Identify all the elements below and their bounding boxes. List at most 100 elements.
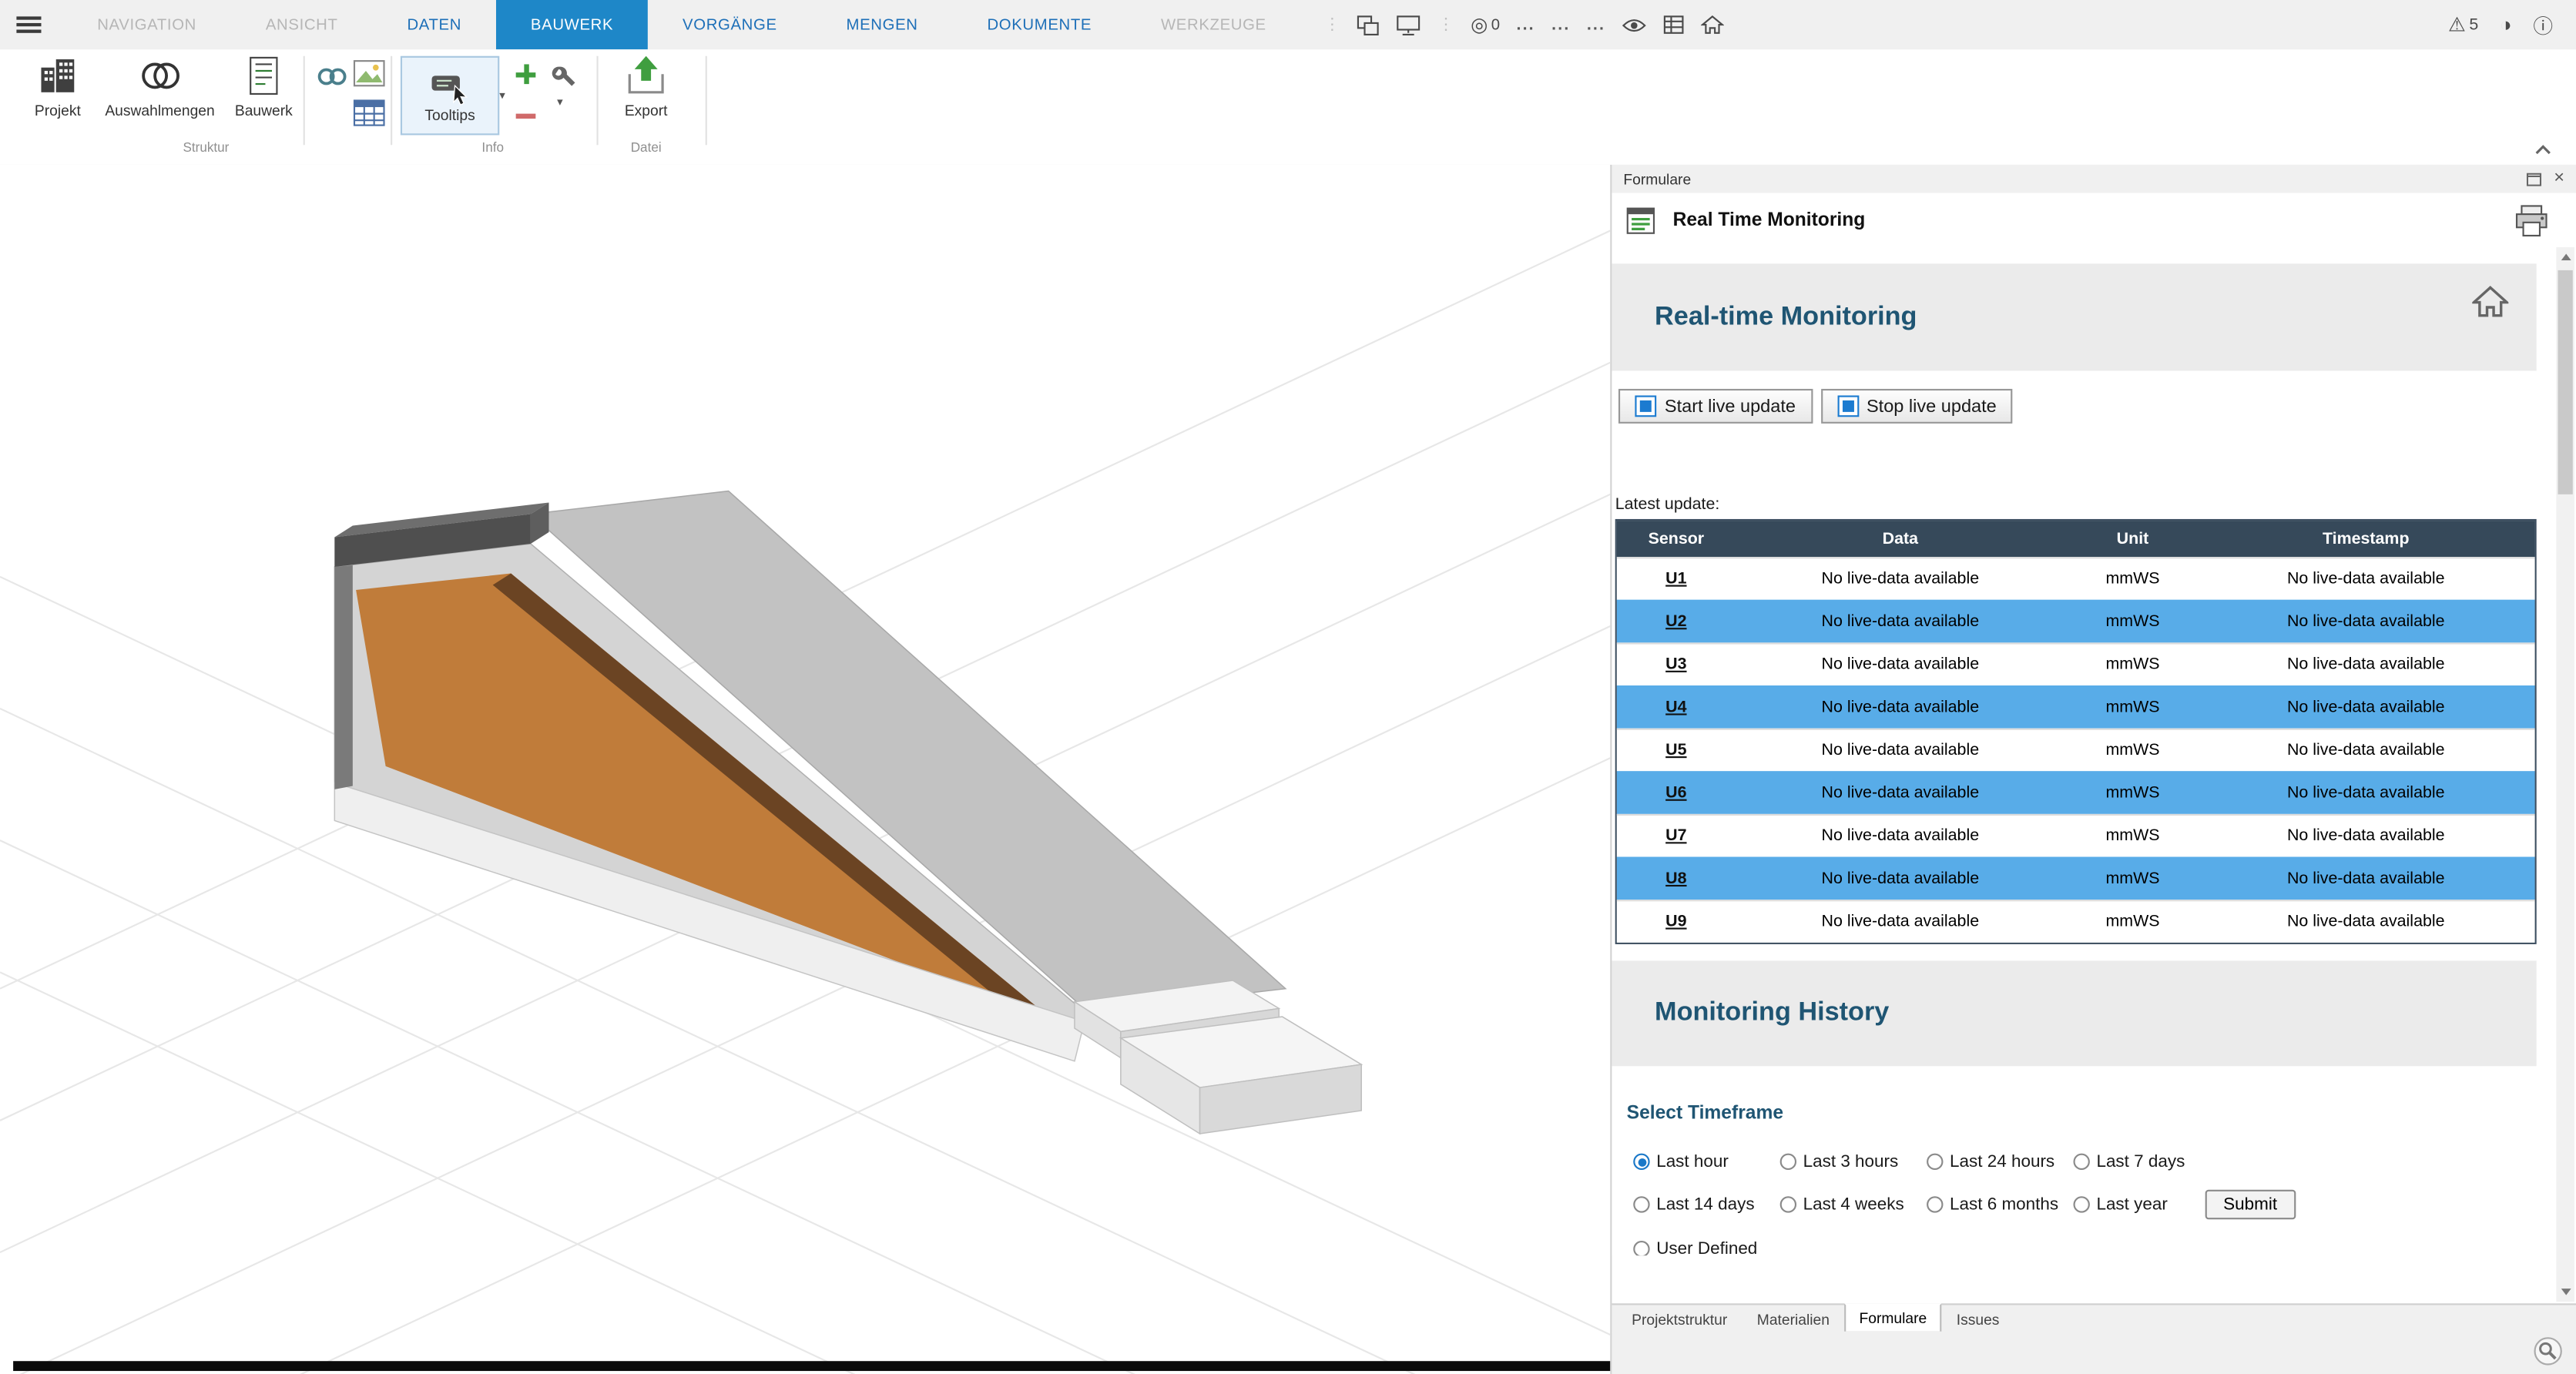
close-panel-icon[interactable]: × xyxy=(2554,169,2564,188)
sensor-link[interactable]: U3 xyxy=(1617,656,1736,675)
add-button[interactable] xyxy=(515,62,538,94)
radio-icon xyxy=(2073,1196,2089,1212)
panel-tab-materialien[interactable]: Materialien xyxy=(1742,1305,1845,1332)
export-button[interactable]: Export xyxy=(606,55,686,119)
menu-tab-vorgänge[interactable]: VORGÄNGE xyxy=(648,0,811,49)
radio-last-7-days[interactable]: Last 7 days xyxy=(2073,1152,2219,1172)
radio-last-4-weeks[interactable]: Last 4 weeks xyxy=(1780,1195,1927,1215)
info-button[interactable]: ⓘ xyxy=(2533,11,2553,39)
radio-user-defined[interactable]: User Defined xyxy=(1633,1239,1779,1255)
latest-update-label: Latest update: xyxy=(1615,496,1720,514)
sensor-timestamp: No live-data available xyxy=(2200,870,2531,889)
bauwerk-button[interactable]: Bauwerk xyxy=(226,55,301,119)
hamburger-menu-icon[interactable] xyxy=(16,13,42,36)
radio-icon xyxy=(1633,1241,1649,1255)
sensor-link[interactable]: U2 xyxy=(1617,613,1736,632)
table-row[interactable]: U2No live-data availablemmWSNo live-data… xyxy=(1617,600,2535,643)
stop-live-update-button[interactable]: Stop live update xyxy=(1820,389,2013,424)
tooltips-dropdown-icon[interactable]: ▾ xyxy=(499,89,505,102)
sensor-link[interactable]: U9 xyxy=(1617,913,1736,931)
3d-viewport[interactable] xyxy=(0,165,1610,1374)
radio-icon xyxy=(1633,1154,1649,1170)
menu-tab-mengen[interactable]: MENGEN xyxy=(812,0,953,49)
start-live-label: Start live update xyxy=(1665,397,1796,417)
table-icon xyxy=(1663,15,1685,35)
menu-tab-daten[interactable]: DATEN xyxy=(373,0,496,49)
visibility-button[interactable] xyxy=(1622,15,1647,34)
chevron-up-icon xyxy=(2533,143,2553,156)
settings-tools-button[interactable] xyxy=(551,64,577,99)
overflow-button-3[interactable]: ... xyxy=(1587,15,1605,34)
projekt-button[interactable]: Projekt xyxy=(20,55,96,119)
overflow-button-1[interactable]: ... xyxy=(1517,15,1535,34)
table-row[interactable]: U4No live-data availablemmWSNo live-data… xyxy=(1617,685,2535,729)
form-home-icon[interactable] xyxy=(2472,285,2508,318)
sensor-link[interactable]: U5 xyxy=(1617,742,1736,760)
windows-layout-button[interactable] xyxy=(1357,14,1380,35)
radio-last-year[interactable]: Last year xyxy=(2073,1195,2219,1215)
wrench-icon xyxy=(551,64,577,90)
link-icon xyxy=(317,64,348,89)
scroll-down-icon[interactable] xyxy=(2556,1282,2574,1302)
sensor-unit: mmWS xyxy=(2065,913,2200,931)
sensor-link[interactable]: U1 xyxy=(1617,570,1736,588)
overflow-button-2[interactable]: ... xyxy=(1551,15,1570,34)
table-row[interactable]: U8No live-data availablemmWSNo live-data… xyxy=(1617,857,2535,900)
remove-button[interactable] xyxy=(515,104,538,136)
monitor-button[interactable] xyxy=(1397,14,1421,35)
wrench-dropdown-icon[interactable]: ▾ xyxy=(557,96,563,109)
map-image-button[interactable] xyxy=(353,59,386,96)
sensor-link[interactable]: U4 xyxy=(1617,699,1736,717)
float-window-icon[interactable] xyxy=(2526,173,2541,186)
scrollbar-thumb[interactable] xyxy=(2558,270,2573,494)
auswahlmengen-button[interactable]: Auswahlmengen xyxy=(102,55,218,119)
sensor-link[interactable]: U8 xyxy=(1617,870,1736,889)
projekt-label: Projekt xyxy=(35,102,81,119)
link-button[interactable] xyxy=(317,64,348,97)
tooltips-button[interactable]: Tooltips xyxy=(401,56,499,136)
submit-button[interactable]: Submit xyxy=(2205,1190,2296,1220)
radio-last-24-hours[interactable]: Last 24 hours xyxy=(1927,1152,2073,1172)
export-icon xyxy=(625,55,668,98)
scroll-up-icon[interactable] xyxy=(2556,247,2574,267)
panel-tab-formulare[interactable]: Formulare xyxy=(1844,1303,1941,1333)
ribbon-collapse-button[interactable] xyxy=(2533,135,2553,165)
timeframe-row-1: Last hourLast 3 hoursLast 24 hoursLast 7… xyxy=(1633,1152,2220,1172)
panel-scrollbar[interactable] xyxy=(2556,247,2574,1302)
ribbon: Projekt Auswahlmengen Bauwerk Struktur T… xyxy=(0,49,2576,166)
home-icon xyxy=(1701,15,1724,35)
sensor-data: No live-data available xyxy=(1736,742,2065,760)
table-row[interactable]: U3No live-data availablemmWSNo live-data… xyxy=(1617,642,2535,685)
panel-tab-issues[interactable]: Issues xyxy=(1941,1305,2014,1332)
table-row[interactable]: U5No live-data availablemmWSNo live-data… xyxy=(1617,729,2535,772)
tooltips-label: Tooltips xyxy=(424,107,475,123)
table-row[interactable]: U7No live-data availablemmWSNo live-data… xyxy=(1617,814,2535,857)
sensor-data: No live-data available xyxy=(1736,613,2065,632)
radio-last-14-days[interactable]: Last 14 days xyxy=(1633,1195,1779,1215)
grid-table-button[interactable] xyxy=(353,99,386,135)
venn-diagram-icon xyxy=(139,55,182,98)
menu-tab-dokumente[interactable]: DOKUMENTE xyxy=(953,0,1127,49)
table-view-button[interactable] xyxy=(1663,15,1685,35)
table-row[interactable]: U1No live-data availablemmWSNo live-data… xyxy=(1617,557,2535,600)
notification-counter-button[interactable]: ◎ 0 xyxy=(1471,13,1500,36)
sensor-unit: mmWS xyxy=(2065,784,2200,803)
radio-last-6-months[interactable]: Last 6 months xyxy=(1927,1195,2073,1215)
start-live-update-button[interactable]: Start live update xyxy=(1618,389,1812,424)
table-row[interactable]: U9No live-data availablemmWSNo live-data… xyxy=(1617,900,2535,943)
panel-tab-projektstruktur[interactable]: Projektstruktur xyxy=(1617,1305,1742,1332)
sensor-data: No live-data available xyxy=(1736,827,2065,846)
stop-live-label: Stop live update xyxy=(1867,397,1997,417)
contrast-button[interactable]: ◑ xyxy=(2500,13,2512,36)
sensor-data: No live-data available xyxy=(1736,870,2065,889)
menu-tab-bauwerk[interactable]: BAUWERK xyxy=(496,0,648,49)
sensor-link[interactable]: U7 xyxy=(1617,827,1736,846)
radio-last-3-hours[interactable]: Last 3 hours xyxy=(1780,1152,1927,1172)
radio-last-hour[interactable]: Last hour xyxy=(1633,1152,1779,1172)
home-view-button[interactable] xyxy=(1701,15,1724,35)
warnings-button[interactable]: ⚠ 5 xyxy=(2448,13,2478,36)
sensor-link[interactable]: U6 xyxy=(1617,784,1736,803)
magnifier-icon[interactable] xyxy=(2533,1336,2563,1366)
table-row[interactable]: U6No live-data availablemmWSNo live-data… xyxy=(1617,771,2535,814)
printer-icon[interactable] xyxy=(2514,203,2550,236)
